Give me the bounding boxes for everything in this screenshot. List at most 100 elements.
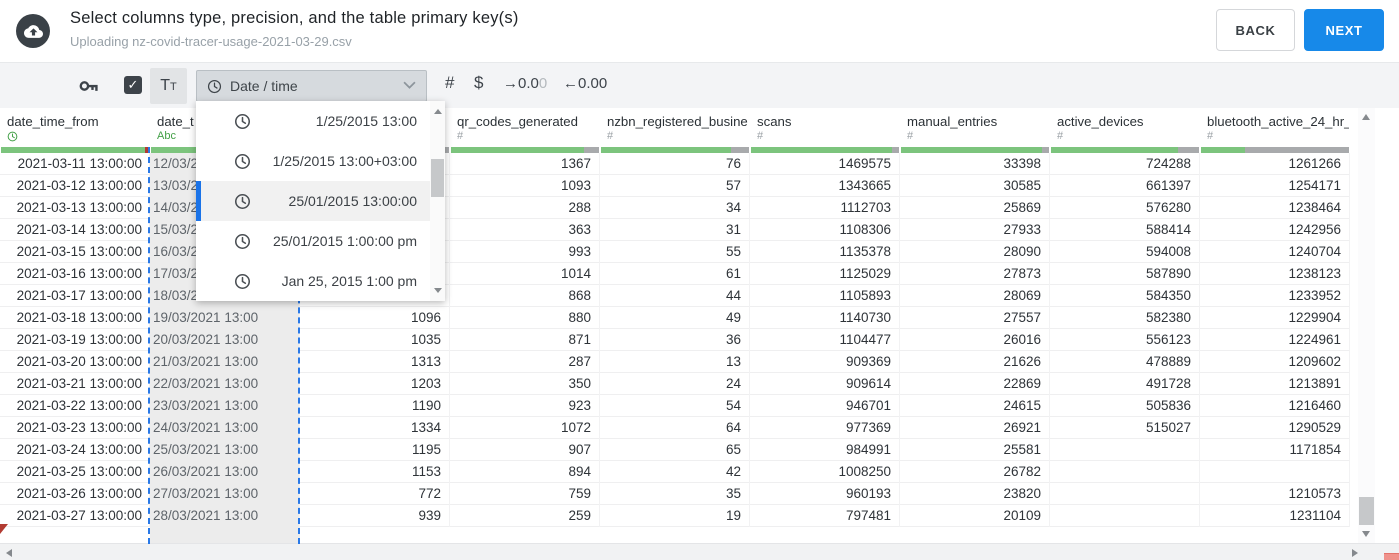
dropdown-scrollbar[interactable] [430, 101, 445, 301]
cell[interactable]: 2021-03-12 13:00:00 [0, 175, 150, 197]
cell[interactable]: 2021-03-27 13:00:00 [0, 505, 150, 527]
cell[interactable]: 2021-03-19 13:00:00 [0, 329, 150, 351]
cell[interactable]: 2021-03-16 13:00:00 [0, 263, 150, 285]
column-header-active_devices[interactable]: active_devices # [1050, 108, 1200, 147]
cell[interactable]: 1104477 [750, 329, 900, 351]
cell[interactable]: 2021-03-17 13:00:00 [0, 285, 150, 307]
cell[interactable]: 1105893 [750, 285, 900, 307]
cell[interactable]: 1229904 [1200, 307, 1350, 329]
cell[interactable]: 1469575 [750, 153, 900, 175]
cell[interactable]: 27/03/2021 13:00 [150, 483, 300, 505]
cell[interactable]: 594008 [1050, 241, 1200, 263]
scroll-up-icon[interactable] [1362, 114, 1370, 120]
cell[interactable]: 288 [450, 197, 600, 219]
cell[interactable]: 19 [600, 505, 750, 527]
cell[interactable]: 28090 [900, 241, 1050, 263]
cell[interactable]: 1135378 [750, 241, 900, 263]
cell[interactable]: 363 [450, 219, 600, 241]
cell[interactable]: 939 [300, 505, 450, 527]
cell[interactable]: 2021-03-18 13:00:00 [0, 307, 150, 329]
primary-key-icon[interactable] [78, 75, 100, 102]
decrease-decimal-button[interactable]: ←0.00 [563, 75, 607, 92]
cell[interactable]: 1112703 [750, 197, 900, 219]
cell[interactable]: 1209602 [1200, 351, 1350, 373]
cell[interactable]: 909614 [750, 373, 900, 395]
cell[interactable]: 57 [600, 175, 750, 197]
increase-decimal-button[interactable]: →0.00 [503, 75, 547, 92]
cell[interactable]: 923 [450, 395, 600, 417]
cell[interactable]: 20109 [900, 505, 1050, 527]
cell[interactable]: 49 [600, 307, 750, 329]
column-header-date_time_from[interactable]: date_time_from [0, 108, 150, 147]
cell[interactable]: 24/03/2021 13:00 [150, 417, 300, 439]
cell[interactable]: 1254171 [1200, 175, 1350, 197]
format-option[interactable]: 25/01/2015 13:00:00 [196, 181, 430, 221]
cell[interactable]: 26016 [900, 329, 1050, 351]
number-type-icon[interactable]: # [445, 73, 454, 93]
cell[interactable]: 2021-03-21 13:00:00 [0, 373, 150, 395]
cell[interactable]: 491728 [1050, 373, 1200, 395]
cell[interactable]: 661397 [1050, 175, 1200, 197]
cell[interactable] [1050, 461, 1200, 483]
cell[interactable]: 759 [450, 483, 600, 505]
cell[interactable]: 977369 [750, 417, 900, 439]
cell[interactable]: 1334 [300, 417, 450, 439]
column-header-scans[interactable]: scans # [750, 108, 900, 147]
cell[interactable]: 1231104 [1200, 505, 1350, 527]
scroll-left-icon[interactable] [6, 549, 12, 557]
cell[interactable]: 1014 [450, 263, 600, 285]
cell[interactable] [1200, 461, 1350, 483]
cell[interactable]: 1171854 [1200, 439, 1350, 461]
format-option[interactable]: 1/25/2015 13:00 [196, 101, 430, 141]
cell[interactable]: 1367 [450, 153, 600, 175]
cell[interactable]: 25581 [900, 439, 1050, 461]
cell[interactable]: 30585 [900, 175, 1050, 197]
cell[interactable]: 13 [600, 351, 750, 373]
cell[interactable]: 25/03/2021 13:00 [150, 439, 300, 461]
cell[interactable]: 1096 [300, 307, 450, 329]
include-column-checkbox[interactable]: ✓ [124, 76, 142, 94]
cell[interactable]: 54 [600, 395, 750, 417]
cell[interactable]: 27557 [900, 307, 1050, 329]
cell[interactable]: 28/03/2021 13:00 [150, 505, 300, 527]
cell[interactable]: 1313 [300, 351, 450, 373]
scroll-up-icon[interactable] [433, 109, 442, 114]
scroll-down-icon[interactable] [433, 288, 442, 293]
cell[interactable]: 1203 [300, 373, 450, 395]
cell[interactable]: 23/03/2021 13:00 [150, 395, 300, 417]
cell[interactable]: 21626 [900, 351, 1050, 373]
cell[interactable]: 588414 [1050, 219, 1200, 241]
cell[interactable]: 1190 [300, 395, 450, 417]
format-option[interactable]: 1/25/2015 13:00+03:00 [196, 141, 430, 181]
cell[interactable]: 1035 [300, 329, 450, 351]
cell[interactable]: 20/03/2021 13:00 [150, 329, 300, 351]
cell[interactable]: 2021-03-11 13:00:00 [0, 153, 150, 175]
cell[interactable]: 2021-03-15 13:00:00 [0, 241, 150, 263]
cell[interactable]: 1093 [450, 175, 600, 197]
cell[interactable]: 960193 [750, 483, 900, 505]
cell[interactable]: 587890 [1050, 263, 1200, 285]
cell[interactable]: 34 [600, 197, 750, 219]
cell[interactable]: 2021-03-24 13:00:00 [0, 439, 150, 461]
cell[interactable]: 19/03/2021 13:00 [150, 307, 300, 329]
cell[interactable]: 984991 [750, 439, 900, 461]
cell[interactable]: 894 [450, 461, 600, 483]
cell[interactable]: 1216460 [1200, 395, 1350, 417]
column-header-nzbn_registered_busine[interactable]: nzbn_registered_busine # [600, 108, 750, 147]
cell[interactable]: 65 [600, 439, 750, 461]
cell[interactable]: 1224961 [1200, 329, 1350, 351]
cell[interactable]: 44 [600, 285, 750, 307]
scroll-down-icon[interactable] [1362, 531, 1370, 537]
cell[interactable]: 36 [600, 329, 750, 351]
cell[interactable]: 1238123 [1200, 263, 1350, 285]
column-header-qr_codes_generated[interactable]: qr_codes_generated # [450, 108, 600, 147]
cell[interactable]: 76 [600, 153, 750, 175]
cell[interactable]: 22/03/2021 13:00 [150, 373, 300, 395]
horizontal-scrollbar[interactable] [0, 543, 1399, 560]
cell[interactable]: 27933 [900, 219, 1050, 241]
cell[interactable]: 909369 [750, 351, 900, 373]
cell[interactable]: 1140730 [750, 307, 900, 329]
cell[interactable]: 1210573 [1200, 483, 1350, 505]
vertical-scrollbar-thumb[interactable] [1359, 497, 1374, 525]
cell[interactable]: 24615 [900, 395, 1050, 417]
